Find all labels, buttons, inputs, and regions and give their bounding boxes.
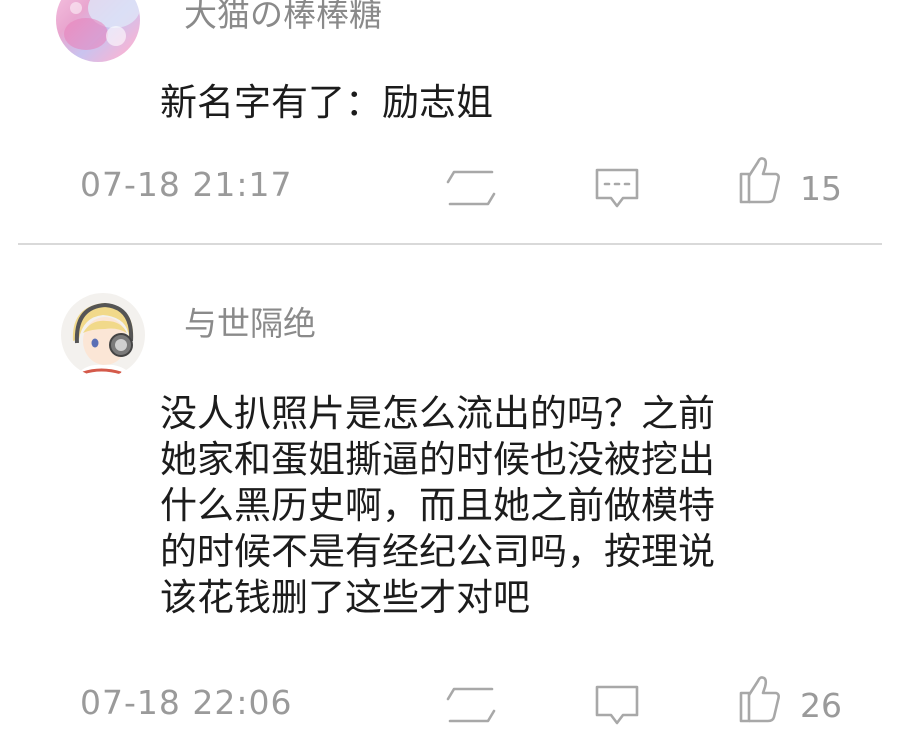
like-button[interactable] xyxy=(738,154,782,210)
comment-text: 没人扒照片是怎么流出的吗？之前 她家和蛋姐撕逼的时候也没被挖出 什么黑历史啊，而… xyxy=(160,391,800,621)
repost-button[interactable] xyxy=(444,166,498,214)
avatar[interactable] xyxy=(61,293,145,377)
comment-text: 新名字有了：励志姐 xyxy=(160,80,800,126)
like-button[interactable] xyxy=(738,673,782,729)
timestamp: 07-18 21:17 xyxy=(80,165,293,204)
username[interactable]: 与世隔绝 xyxy=(184,297,316,345)
pink-holographic-avatar-icon xyxy=(56,0,140,62)
thumbs-up-icon xyxy=(739,157,780,204)
comment-item: 大猫の棒棒糖 新名字有了：励志姐 07-18 21:17 15 xyxy=(0,0,900,243)
comment-text-line: 什么黑历史啊，而且她之前做模特 xyxy=(160,484,715,527)
comment-text-line: 她家和蛋姐撕逼的时候也没被挖出 xyxy=(160,438,715,481)
comment-icon xyxy=(595,685,639,725)
like-count: 15 xyxy=(800,169,842,208)
thumbs-up-icon xyxy=(739,676,780,723)
comment-item: 与世隔绝 没人扒照片是怎么流出的吗？之前 她家和蛋姐撕逼的时候也没被挖出 什么黑… xyxy=(0,245,900,725)
repost-button[interactable] xyxy=(444,683,498,731)
comment-text-line: 的时候不是有经纪公司吗，按理说 xyxy=(160,530,715,573)
repost-icon xyxy=(446,687,496,723)
avatar[interactable] xyxy=(56,0,140,62)
like-count: 26 xyxy=(800,686,842,725)
reply-button[interactable] xyxy=(594,166,640,214)
username[interactable]: 大猫の棒棒糖 xyxy=(184,0,382,36)
repost-icon xyxy=(446,170,496,206)
anime-boy-headphones-avatar-icon xyxy=(61,293,145,377)
comment-text-line: 该花钱删了这些才对吧 xyxy=(160,576,530,619)
comment-text-line: 新名字有了：励志姐 xyxy=(160,81,493,124)
comment-text-line: 没人扒照片是怎么流出的吗？之前 xyxy=(160,392,715,435)
comment-icon xyxy=(595,168,639,208)
reply-button[interactable] xyxy=(594,683,640,731)
